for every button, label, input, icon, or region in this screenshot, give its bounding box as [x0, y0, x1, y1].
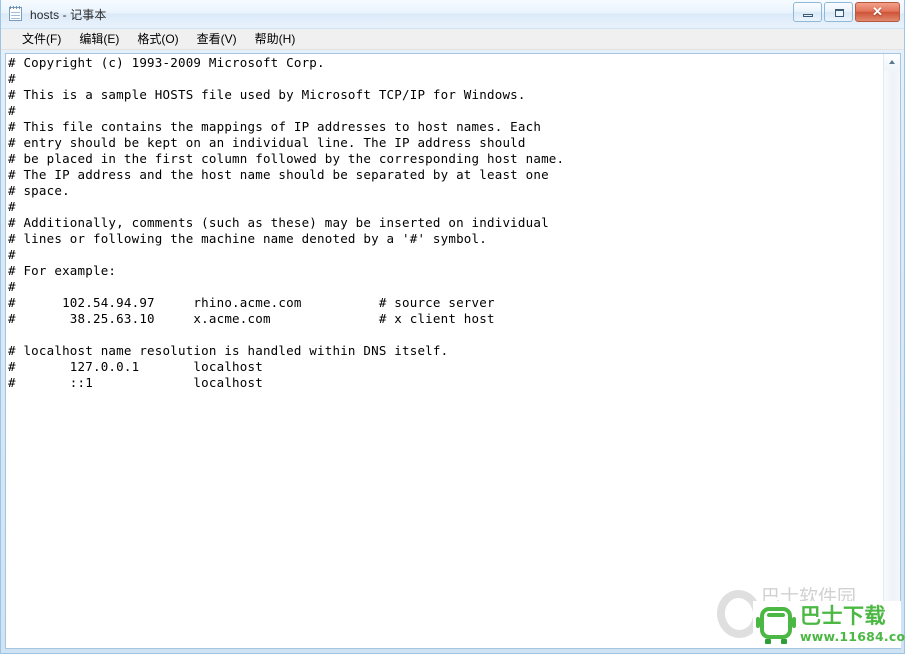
screenshot-root: hosts - 记事本 ✕ 文件(F) 编辑(E) 格式(O) 查看(V) 帮助… — [0, 0, 905, 654]
vertical-scrollbar[interactable] — [883, 54, 900, 648]
menu-edit[interactable]: 编辑(E) — [70, 28, 128, 50]
menu-view[interactable]: 查看(V) — [188, 28, 246, 50]
client-area: # Copyright (c) 1993-2009 Microsoft Corp… — [1, 50, 904, 653]
menu-bar: 文件(F) 编辑(E) 格式(O) 查看(V) 帮助(H) — [1, 29, 904, 50]
minimize-button[interactable] — [793, 2, 822, 22]
menu-file[interactable]: 文件(F) — [13, 28, 70, 50]
menu-format[interactable]: 格式(O) — [128, 28, 187, 50]
hosts-file-content[interactable]: # Copyright (c) 1993-2009 Microsoft Corp… — [8, 55, 883, 391]
maximize-button[interactable] — [824, 2, 853, 22]
scroll-down-arrow[interactable] — [884, 631, 900, 648]
window-controls: ✕ — [793, 2, 900, 22]
notepad-icon — [8, 6, 24, 22]
close-button[interactable]: ✕ — [855, 2, 900, 22]
editor-frame: # Copyright (c) 1993-2009 Microsoft Corp… — [5, 53, 901, 649]
maximize-icon — [835, 9, 844, 17]
scroll-track[interactable] — [884, 71, 900, 631]
title-bar[interactable]: hosts - 记事本 ✕ — [1, 0, 904, 29]
scroll-up-arrow[interactable] — [884, 54, 900, 71]
notepad-window: hosts - 记事本 ✕ 文件(F) 编辑(E) 格式(O) 查看(V) 帮助… — [0, 0, 905, 654]
close-icon: ✕ — [872, 4, 883, 19]
text-editor[interactable]: # Copyright (c) 1993-2009 Microsoft Corp… — [6, 54, 883, 648]
window-title: hosts - 记事本 — [30, 7, 107, 22]
minimize-icon — [803, 14, 813, 17]
menu-help[interactable]: 帮助(H) — [246, 28, 305, 50]
